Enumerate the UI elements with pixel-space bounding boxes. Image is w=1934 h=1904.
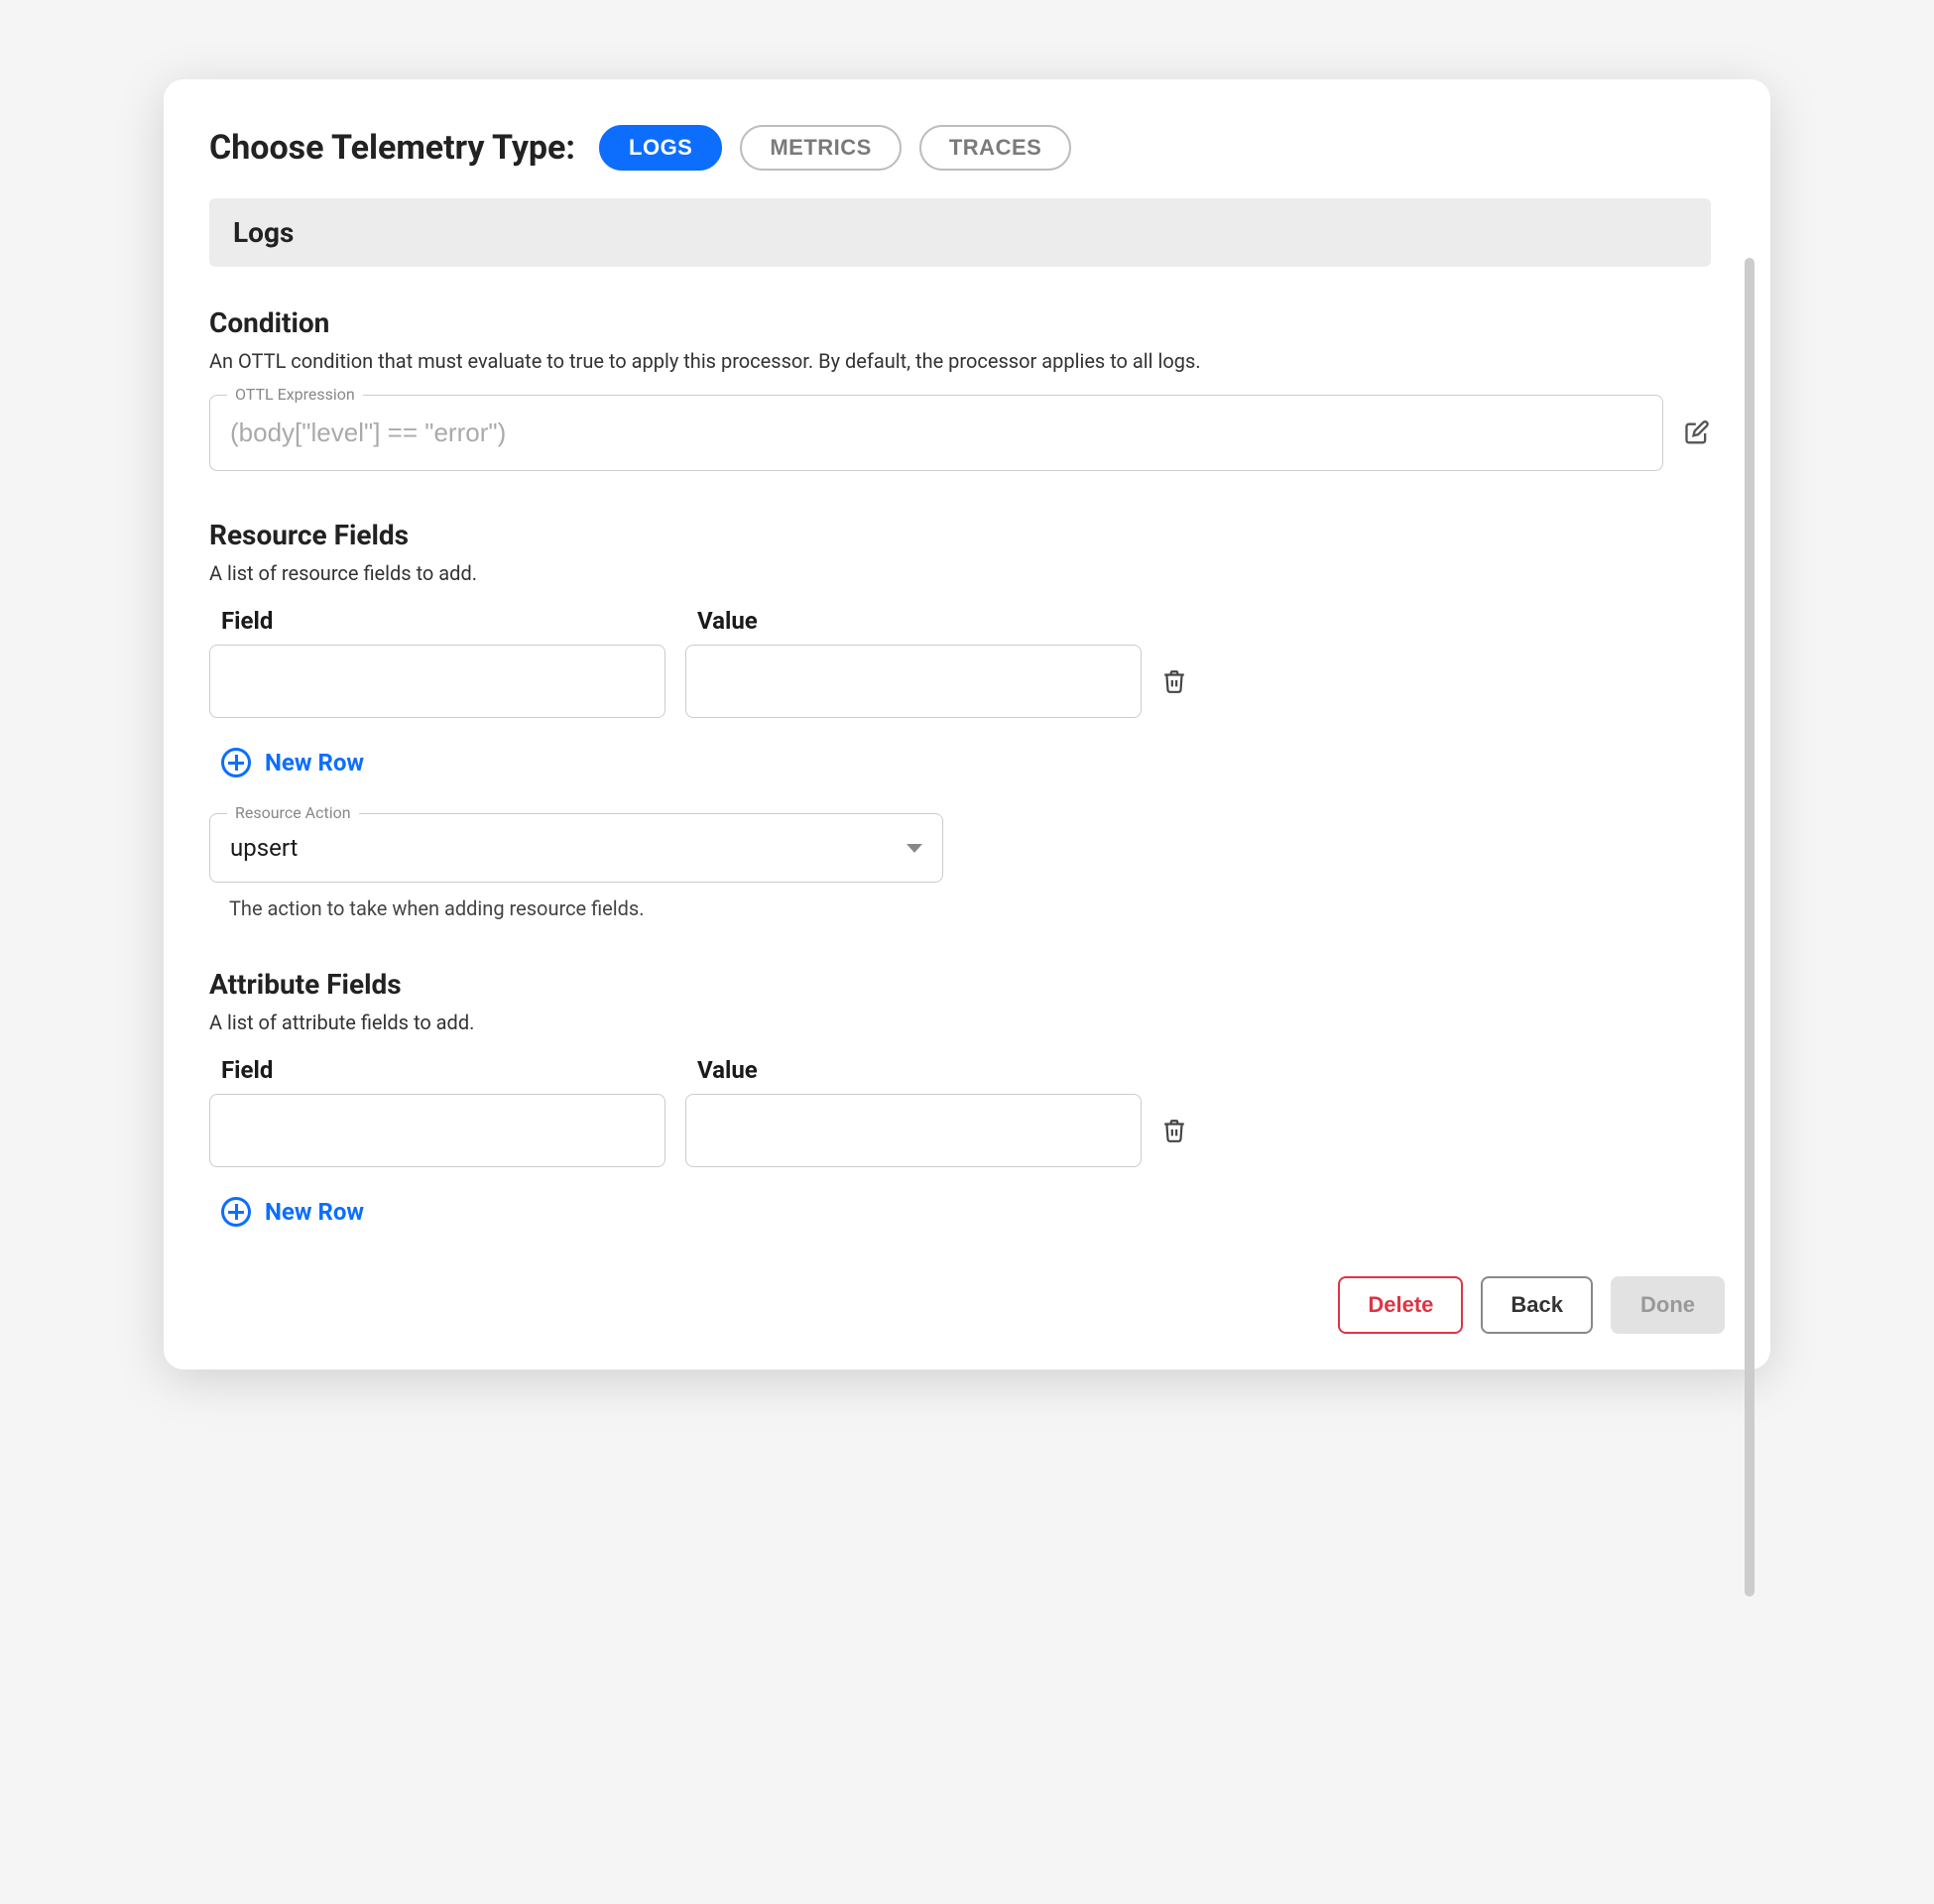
resource-new-row-button[interactable]: New Row	[209, 740, 376, 785]
plus-icon	[221, 748, 251, 777]
telemetry-type-tabs: LOGS METRICS TRACES	[599, 125, 1071, 171]
resource-action-dropdown[interactable]: upsert	[209, 813, 943, 883]
trash-icon[interactable]	[1161, 668, 1187, 694]
resource-field-input[interactable]	[209, 645, 665, 718]
delete-button[interactable]: Delete	[1338, 1276, 1463, 1334]
tab-metrics[interactable]: METRICS	[740, 125, 902, 171]
attribute-field-input[interactable]	[209, 1094, 665, 1167]
chevron-down-icon	[907, 844, 922, 853]
resource-action-help: The action to take when adding resource …	[229, 896, 1711, 920]
scrollbar[interactable]	[1745, 258, 1754, 1597]
content-area: Logs Condition An OTTL condition that mu…	[164, 198, 1770, 1235]
resource-fields-section: Resource Fields A list of resource field…	[209, 519, 1711, 920]
resource-action-select: Resource Action upsert	[209, 813, 943, 883]
attribute-value-input[interactable]	[685, 1094, 1142, 1167]
tab-traces[interactable]: TRACES	[919, 125, 1071, 171]
ottl-expression-input[interactable]	[209, 395, 1663, 471]
resource-value-header: Value	[697, 607, 1153, 635]
attribute-fields-section: Attribute Fields A list of attribute fie…	[209, 968, 1711, 1235]
attribute-field-header: Field	[221, 1056, 677, 1084]
attribute-field-row	[209, 1094, 1711, 1167]
resource-action-label: Resource Action	[227, 803, 359, 822]
back-button[interactable]: Back	[1481, 1276, 1593, 1334]
new-row-label: New Row	[265, 1198, 364, 1226]
section-header-logs: Logs	[209, 198, 1711, 267]
dialog-footer: Delete Back Done	[164, 1245, 1770, 1334]
resource-fields-description: A list of resource fields to add.	[209, 561, 1711, 585]
attribute-fields-title: Attribute Fields	[209, 968, 1711, 1001]
plus-icon	[221, 1197, 251, 1227]
new-row-label: New Row	[265, 749, 364, 776]
attribute-fields-description: A list of attribute fields to add.	[209, 1011, 1711, 1034]
resource-field-row	[209, 645, 1711, 718]
done-button[interactable]: Done	[1611, 1276, 1725, 1334]
ottl-expression-field: OTTL Expression	[209, 395, 1663, 471]
processor-config-dialog: Choose Telemetry Type: LOGS METRICS TRAC…	[164, 79, 1770, 1369]
resource-fields-title: Resource Fields	[209, 519, 1711, 551]
attribute-new-row-button[interactable]: New Row	[209, 1189, 376, 1235]
tab-logs[interactable]: LOGS	[599, 125, 722, 171]
header: Choose Telemetry Type: LOGS METRICS TRAC…	[164, 125, 1770, 198]
resource-field-header: Field	[221, 607, 677, 635]
ottl-field-label: OTTL Expression	[227, 385, 363, 404]
edit-icon[interactable]	[1683, 419, 1711, 447]
resource-value-input[interactable]	[685, 645, 1142, 718]
condition-description: An OTTL condition that must evaluate to …	[209, 349, 1711, 373]
trash-icon[interactable]	[1161, 1118, 1187, 1143]
attribute-value-header: Value	[697, 1056, 1153, 1084]
condition-title: Condition	[209, 306, 1711, 339]
header-title: Choose Telemetry Type:	[209, 128, 575, 168]
resource-action-value: upsert	[230, 834, 298, 862]
condition-section: Condition An OTTL condition that must ev…	[209, 306, 1711, 471]
